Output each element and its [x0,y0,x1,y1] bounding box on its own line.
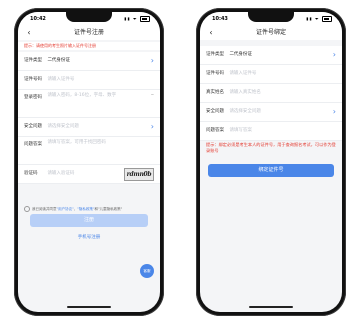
screen-bind: 10:43 ▮▮ ᯤ ‹ 证件号绑定 证件类型 二代身份证 › 证件号码 请输入… [200,12,342,312]
agree-suffix: 和"儿童隐私政策" [94,207,123,211]
answer-row[interactable]: 问题答案 请填写答案 [200,122,342,141]
signal-icon: ▮▮ ᯤ [306,16,320,21]
nav-bar: ‹ 证件号注册 [18,26,160,40]
row-label: 安全问题 [206,109,224,114]
row-value: 二代身份证 [229,52,252,57]
warning-text: 提示：绑定必须是考生本人的证件号，用于查询报名考试，可以作为登录账号 [206,142,336,153]
battery-icon [140,16,150,22]
home-indicator [249,306,293,308]
home-indicator [67,306,111,308]
row-label: 真实姓名 [206,90,224,95]
notch [248,12,294,22]
register-form: 证件类型 二代身份证 › 证件号码 请输入证件号 登录密码 请输入密码，8-16… [18,52,160,184]
id-number-input[interactable]: 请输入证件号 [229,71,256,76]
answer-input[interactable]: 请填写答案，可用于找回密码 [47,140,127,145]
privacy-policy-link[interactable]: "隐私政策" [77,207,94,211]
row-label: 证件类型 [24,58,42,63]
phone-frame-bind: 10:43 ▮▮ ᯤ ‹ 证件号绑定 证件类型 二代身份证 › 证件号码 请输入… [196,8,346,316]
chevron-right-icon: › [332,50,336,59]
agree-checkbox[interactable] [24,206,30,212]
password-row[interactable]: 登录密码 请输入密码，8-16位，字母、数字 ⌣ [18,90,160,118]
status-icons: ▮▮ ᯤ [306,16,332,22]
agree-prefix: 我已阅读并同意 [32,207,57,211]
page-title: 证件号注册 [73,29,104,36]
security-question-row[interactable]: 安全问题 请选择安全问题 › [18,118,160,137]
chevron-right-icon: › [150,122,154,131]
password-input[interactable]: 请输入密码，8-16位，字母、数字 [47,93,127,98]
real-name-row[interactable]: 真实姓名 请输入真实姓名 [200,84,342,103]
security-question-row[interactable]: 安全问题 请选择安全问题 › [200,103,342,122]
security-question-select[interactable]: 请选择安全问题 [47,124,79,129]
id-number-input[interactable]: 请输入证件号 [47,77,74,82]
answer-row[interactable]: 问题答案 请填写答案，可用于找回密码 [18,137,160,165]
id-type-row[interactable]: 证件类型 二代身份证 › [18,52,160,71]
row-value: 二代身份证 [47,58,70,63]
bind-id-button[interactable]: 绑定证件号 [208,164,334,177]
phone-register-link[interactable]: 手机号注册 [18,234,160,240]
register-button[interactable]: 注册 [30,214,148,227]
row-label: 问题答案 [24,142,42,147]
answer-input[interactable]: 请填写答案 [229,128,252,133]
captcha-row[interactable]: 验证码 请输入验证码 rdmn0b [18,165,160,184]
back-icon[interactable]: ‹ [24,26,34,40]
agreement: 我已阅读并同意"用户协议"、"隐私政策"和"儿童隐私政策" [24,206,154,212]
row-label: 证件类型 [206,52,224,57]
hint-text: 提示：请使用的考生照片输入证件号注册 [18,42,160,50]
row-label: 证件号码 [24,77,42,82]
captcha-input[interactable]: 请输入验证码 [47,171,74,176]
status-time: 10:43 [212,16,228,22]
id-type-row[interactable]: 证件类型 二代身份证 › [200,46,342,65]
row-label: 证件号码 [206,71,224,76]
page-title: 证件号绑定 [255,29,286,36]
nav-bar: ‹ 证件号绑定 [200,26,342,40]
id-number-row[interactable]: 证件号码 请输入证件号 [200,65,342,84]
back-icon[interactable]: ‹ [206,26,216,40]
chevron-right-icon: › [150,56,154,65]
real-name-input[interactable]: 请输入真实姓名 [229,90,261,95]
notch [66,12,112,22]
row-label: 问题答案 [206,128,224,133]
captcha-image[interactable]: rdmn0b [124,168,154,181]
id-number-row[interactable]: 证件号码 请输入证件号 [18,71,160,90]
row-label: 登录密码 [24,95,42,100]
status-icons: ▮▮ ᯤ [124,16,150,22]
customer-service-button[interactable]: 客服 [140,264,154,278]
bind-form: 证件类型 二代身份证 › 证件号码 请输入证件号 真实姓名 请输入真实姓名 安全… [200,46,342,141]
screen-register: 10:42 ▮▮ ᯤ ‹ 证件号注册 提示：请使用的考生照片输入证件号注册 证件… [18,12,160,312]
eye-icon[interactable]: ⌣ [151,90,154,100]
phone-frame-register: 10:42 ▮▮ ᯤ ‹ 证件号注册 提示：请使用的考生照片输入证件号注册 证件… [14,8,164,316]
signal-icon: ▮▮ ᯤ [124,16,138,21]
row-label: 验证码 [24,171,38,176]
chevron-right-icon: › [332,107,336,116]
status-time: 10:42 [30,16,46,22]
row-label: 安全问题 [24,124,42,129]
user-agreement-link[interactable]: "用户协议" [57,207,74,211]
security-question-select[interactable]: 请选择安全问题 [229,109,261,114]
battery-icon [322,16,332,22]
